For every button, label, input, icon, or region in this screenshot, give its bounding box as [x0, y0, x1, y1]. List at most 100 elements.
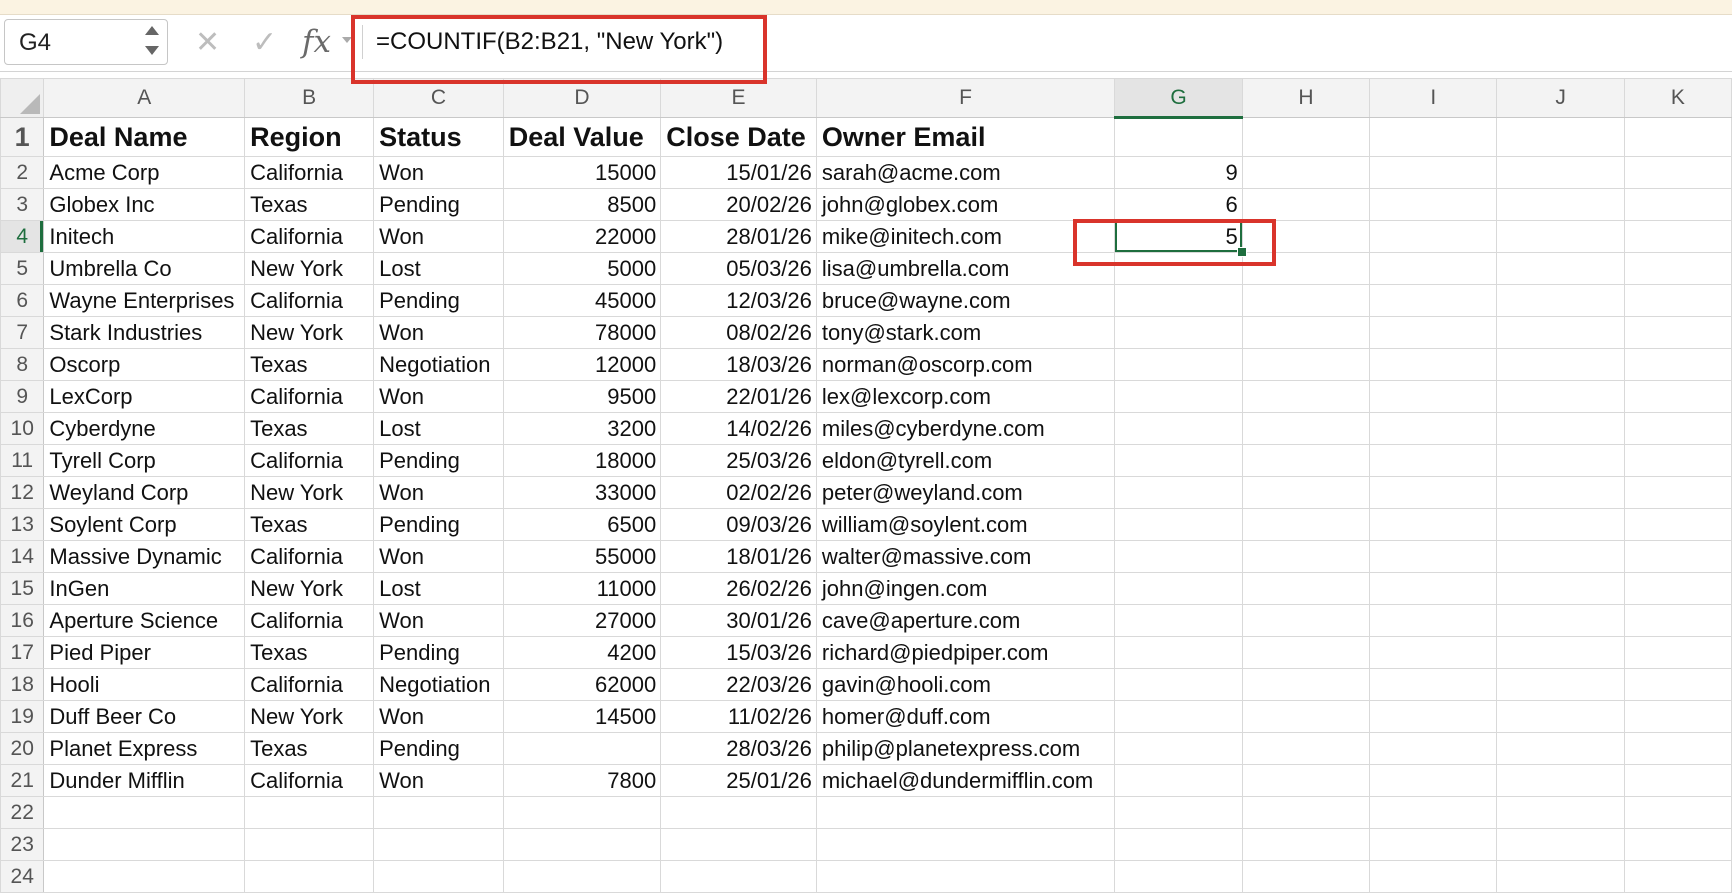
cancel-icon[interactable]: ✕ [195, 25, 220, 61]
cell-h7[interactable] [1241, 316, 1371, 349]
row-header[interactable]: 13 [0, 508, 45, 541]
row-header[interactable]: 21 [0, 764, 45, 797]
row-header[interactable]: 10 [0, 412, 45, 445]
cell-k1[interactable] [1623, 117, 1732, 157]
cell-b14[interactable]: California [244, 540, 375, 573]
cell-a8[interactable]: Oscorp [43, 348, 246, 381]
column-header-f[interactable]: F [815, 78, 1116, 118]
cell-d13[interactable]: 6500 [502, 508, 662, 541]
cell-j7[interactable] [1496, 316, 1625, 349]
cell-k17[interactable] [1623, 636, 1732, 669]
cell-h10[interactable] [1241, 412, 1371, 445]
cell-g22[interactable] [1114, 796, 1243, 829]
cell-e17[interactable]: 15/03/26 [660, 636, 817, 669]
cell-j21[interactable] [1496, 764, 1625, 797]
cell-b12[interactable]: New York [244, 476, 375, 509]
cell-h9[interactable] [1241, 380, 1371, 413]
cell-d22[interactable] [502, 796, 662, 829]
cell-k11[interactable] [1623, 444, 1732, 477]
cell-b3[interactable]: Texas [244, 188, 375, 221]
cell-b9[interactable]: California [244, 380, 375, 413]
cell-d4[interactable]: 22000 [502, 220, 662, 253]
cell-k21[interactable] [1623, 764, 1732, 797]
cell-c18[interactable]: Negotiation [373, 668, 504, 701]
cell-j18[interactable] [1496, 668, 1625, 701]
cell-i6[interactable] [1369, 284, 1498, 317]
row-header[interactable]: 8 [0, 348, 45, 381]
column-header-e[interactable]: E [660, 78, 817, 118]
cell-b2[interactable]: California [244, 156, 375, 189]
cell-g14[interactable] [1114, 540, 1243, 573]
cell-e13[interactable]: 09/03/26 [660, 508, 817, 541]
cell-k24[interactable] [1623, 860, 1732, 893]
cell-e4[interactable]: 28/01/26 [660, 220, 817, 253]
cell-h16[interactable] [1241, 604, 1371, 637]
cell-j11[interactable] [1496, 444, 1625, 477]
cell-h20[interactable] [1241, 732, 1371, 765]
cell-i22[interactable] [1369, 796, 1498, 829]
cell-j17[interactable] [1496, 636, 1625, 669]
cell-f12[interactable]: peter@weyland.com [815, 476, 1116, 509]
cell-a9[interactable]: LexCorp [43, 380, 246, 413]
cell-c14[interactable]: Won [373, 540, 504, 573]
cell-c22[interactable] [373, 796, 504, 829]
row-header[interactable]: 20 [0, 732, 45, 765]
cell-j12[interactable] [1496, 476, 1625, 509]
cell-a5[interactable]: Umbrella Co [43, 252, 246, 285]
cell-g1[interactable] [1114, 117, 1243, 157]
column-header-b[interactable]: B [244, 78, 375, 118]
cell-c15[interactable]: Lost [373, 572, 504, 605]
cell-i20[interactable] [1369, 732, 1498, 765]
cell-g10[interactable] [1114, 412, 1243, 445]
cell-h13[interactable] [1241, 508, 1371, 541]
cell-d19[interactable]: 14500 [502, 700, 662, 733]
cell-b6[interactable]: California [244, 284, 375, 317]
cell-c1[interactable]: Status [373, 117, 504, 157]
cell-j1[interactable] [1496, 117, 1625, 157]
cell-a10[interactable]: Cyberdyne [43, 412, 246, 445]
cell-k4[interactable] [1623, 220, 1732, 253]
insert-function-icon[interactable]: fx [302, 24, 331, 60]
cell-f24[interactable] [815, 860, 1116, 893]
cell-a3[interactable]: Globex Inc [43, 188, 246, 221]
cell-e2[interactable]: 15/01/26 [660, 156, 817, 189]
cell-a6[interactable]: Wayne Enterprises [43, 284, 246, 317]
cell-e23[interactable] [660, 828, 817, 861]
cell-c4[interactable]: Won [373, 220, 504, 253]
cell-f3[interactable]: john@globex.com [815, 188, 1116, 221]
cell-g11[interactable] [1114, 444, 1243, 477]
cell-i23[interactable] [1369, 828, 1498, 861]
cell-g18[interactable] [1114, 668, 1243, 701]
name-box[interactable]: G4 [4, 19, 168, 65]
cell-d11[interactable]: 18000 [502, 444, 662, 477]
cell-b5[interactable]: New York [244, 252, 375, 285]
cell-c11[interactable]: Pending [373, 444, 504, 477]
cell-i16[interactable] [1369, 604, 1498, 637]
row-header[interactable]: 19 [0, 700, 45, 733]
cell-d21[interactable]: 7800 [502, 764, 662, 797]
cell-j6[interactable] [1496, 284, 1625, 317]
cell-f19[interactable]: homer@duff.com [815, 700, 1116, 733]
cell-f4[interactable]: mike@initech.com [815, 220, 1116, 253]
cell-h15[interactable] [1241, 572, 1371, 605]
cell-f1[interactable]: Owner Email [815, 117, 1116, 157]
cell-g24[interactable] [1114, 860, 1243, 893]
cell-e5[interactable]: 05/03/26 [660, 252, 817, 285]
cell-j9[interactable] [1496, 380, 1625, 413]
row-header[interactable]: 24 [0, 860, 45, 893]
cell-f18[interactable]: gavin@hooli.com [815, 668, 1116, 701]
cell-d6[interactable]: 45000 [502, 284, 662, 317]
cell-g8[interactable] [1114, 348, 1243, 381]
cell-j19[interactable] [1496, 700, 1625, 733]
cell-c7[interactable]: Won [373, 316, 504, 349]
cell-d3[interactable]: 8500 [502, 188, 662, 221]
cell-e15[interactable]: 26/02/26 [660, 572, 817, 605]
cell-h8[interactable] [1241, 348, 1371, 381]
cell-k16[interactable] [1623, 604, 1732, 637]
cell-e12[interactable]: 02/02/26 [660, 476, 817, 509]
cell-a19[interactable]: Duff Beer Co [43, 700, 246, 733]
cell-a12[interactable]: Weyland Corp [43, 476, 246, 509]
cell-c20[interactable]: Pending [373, 732, 504, 765]
row-header[interactable]: 9 [0, 380, 45, 413]
cell-i7[interactable] [1369, 316, 1498, 349]
